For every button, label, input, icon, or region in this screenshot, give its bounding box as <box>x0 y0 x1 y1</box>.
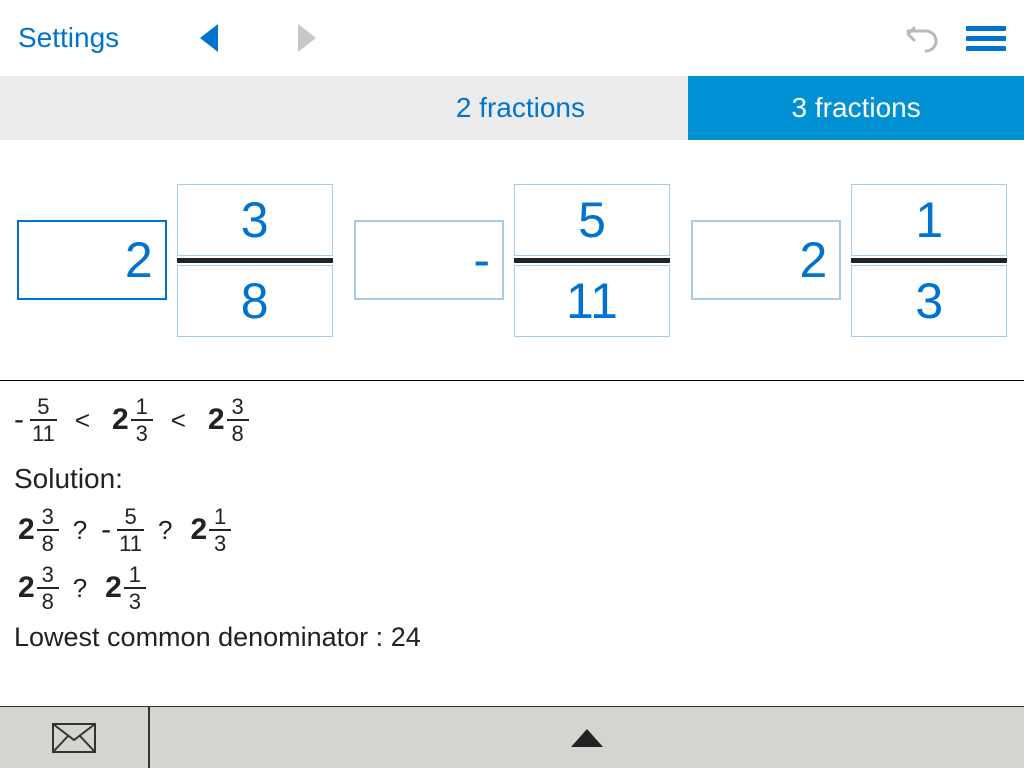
denominator: 8 <box>40 590 56 613</box>
fraction: 3 8 <box>37 563 59 613</box>
compare-op: ? <box>73 573 87 604</box>
fraction-input-1: 2 3 8 <box>17 184 333 337</box>
whole-input-1[interactable]: 2 <box>17 220 167 300</box>
numerator: 3 <box>229 395 245 418</box>
numerator: 5 <box>35 395 51 418</box>
denominator: 3 <box>134 422 150 445</box>
mail-icon <box>52 723 96 753</box>
whole: 2 <box>112 403 129 437</box>
numerator: 1 <box>134 395 150 418</box>
denominator: 3 <box>127 590 143 613</box>
whole: 2 <box>208 403 225 437</box>
mail-button[interactable] <box>0 707 150 768</box>
fraction: 5 11 <box>117 505 144 555</box>
fraction-bar-icon <box>514 258 670 263</box>
denominator: 11 <box>117 532 144 555</box>
whole: 2 <box>190 513 207 547</box>
denominator: 3 <box>212 532 228 555</box>
compare-op: < <box>75 405 90 436</box>
whole-input-2[interactable]: - <box>354 220 504 300</box>
menu-icon[interactable] <box>966 26 1006 51</box>
solution-label: Solution: <box>14 463 1010 495</box>
whole-input-3[interactable]: 2 <box>691 220 841 300</box>
fraction-input-2: - 5 11 <box>354 184 670 337</box>
fraction-bar-icon <box>851 258 1007 263</box>
denominator: 8 <box>229 422 245 445</box>
solution-line-1: 2 3 8 ? - 5 11 ? 2 1 3 <box>14 505 1010 555</box>
term: 2 3 8 <box>14 563 59 613</box>
whole: 2 <box>18 571 35 605</box>
numerator-input-1[interactable]: 3 <box>177 184 333 256</box>
numerator-input-3[interactable]: 1 <box>851 184 1007 256</box>
result-term-1: - 5 11 <box>14 395 57 445</box>
denominator-input-3[interactable]: 3 <box>851 265 1007 337</box>
fraction-input-3: 2 1 3 <box>691 184 1007 337</box>
prev-arrow-icon[interactable] <box>200 24 218 52</box>
settings-link[interactable]: Settings <box>18 22 119 54</box>
bottom-bar <box>0 706 1024 768</box>
result-term-3: 2 3 8 <box>204 395 249 445</box>
fraction-stack-1: 3 8 <box>177 184 333 337</box>
solution-area: - 5 11 < 2 1 3 < 2 3 8 <box>0 381 1024 653</box>
whole: 2 <box>18 513 35 547</box>
sign: - <box>14 403 24 437</box>
tab-2-fractions[interactable]: 2 fractions <box>353 76 689 140</box>
fraction: 1 3 <box>209 505 231 555</box>
numerator: 3 <box>40 505 56 528</box>
term: 2 3 8 <box>14 505 59 555</box>
fraction-bar-icon <box>177 258 333 263</box>
fraction: 5 11 <box>30 395 57 445</box>
whole: 2 <box>105 571 122 605</box>
fraction: 1 3 <box>124 563 146 613</box>
solution-line-2: 2 3 8 ? 2 1 3 <box>14 563 1010 613</box>
fraction: 3 8 <box>37 505 59 555</box>
expand-button[interactable] <box>150 707 1024 768</box>
denominator: 11 <box>30 422 57 445</box>
tab-3-fractions[interactable]: 3 fractions <box>688 76 1024 140</box>
numerator-input-2[interactable]: 5 <box>514 184 670 256</box>
fraction-stack-2: 5 11 <box>514 184 670 337</box>
result-term-2: 2 1 3 <box>108 395 153 445</box>
fraction-stack-3: 1 3 <box>851 184 1007 337</box>
term: - 5 11 <box>101 505 144 555</box>
undo-icon[interactable] <box>904 22 940 54</box>
lcd-line: Lowest common denominator : 24 <box>14 622 1010 653</box>
tab-spacer <box>0 76 353 140</box>
app-header: Settings <box>0 0 1024 76</box>
term: 2 1 3 <box>186 505 231 555</box>
term: 2 1 3 <box>101 563 146 613</box>
fraction: 3 8 <box>227 395 249 445</box>
fraction-input-area: 2 3 8 - 5 11 2 1 3 <box>0 140 1024 380</box>
numerator: 5 <box>122 505 138 528</box>
numerator: 1 <box>212 505 228 528</box>
numerator: 1 <box>127 563 143 586</box>
compare-op: ? <box>158 515 172 546</box>
nav-arrows <box>200 24 316 52</box>
numerator: 3 <box>40 563 56 586</box>
fraction: 1 3 <box>131 395 153 445</box>
lcd-value: 24 <box>391 622 421 652</box>
header-right <box>904 22 1006 54</box>
sign: - <box>101 513 111 547</box>
compare-op: ? <box>73 515 87 546</box>
denominator-input-1[interactable]: 8 <box>177 265 333 337</box>
denominator-input-2[interactable]: 11 <box>514 265 670 337</box>
next-arrow-icon[interactable] <box>298 24 316 52</box>
tab-bar: 2 fractions 3 fractions <box>0 76 1024 140</box>
compare-op: < <box>171 405 186 436</box>
denominator: 8 <box>40 532 56 555</box>
chevron-up-icon <box>571 729 603 747</box>
result-row: - 5 11 < 2 1 3 < 2 3 8 <box>14 395 1010 445</box>
lcd-label: Lowest common denominator : <box>14 622 391 652</box>
